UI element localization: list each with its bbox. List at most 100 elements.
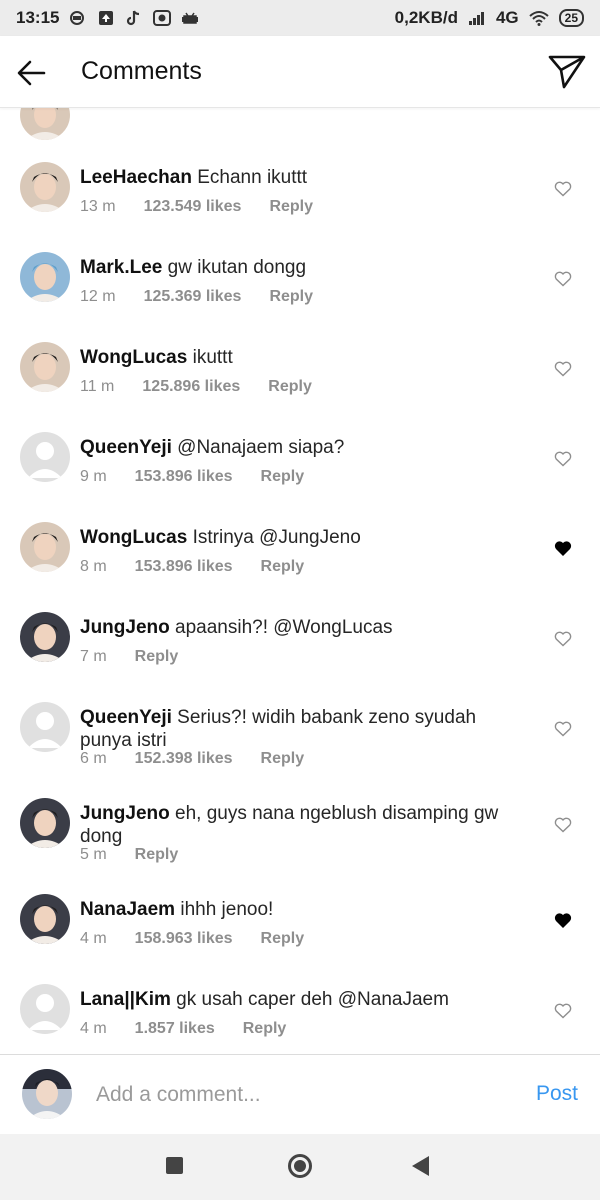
commenter-avatar[interactable]: [20, 432, 70, 482]
comment-body: gk usah caper deh @NanaJaem: [176, 989, 449, 1010]
comment-time: 4 m: [80, 1020, 107, 1037]
comment-username[interactable]: Mark.Lee: [80, 257, 162, 278]
comment-list: 14 m123.544 likesReply LeeHaechan Echann …: [0, 108, 600, 1054]
comment-username[interactable]: LeeHaechan: [80, 167, 192, 188]
comment-time: 8 m: [80, 558, 107, 575]
comment-username[interactable]: WongLucas: [80, 347, 187, 368]
header: Comments: [0, 36, 600, 108]
heart-outline-icon[interactable]: [554, 630, 572, 647]
comment-meta: 13 m 123.549 likes Reply: [80, 198, 313, 216]
heart-outline-icon[interactable]: [554, 720, 572, 737]
upload-icon: [99, 11, 114, 25]
comment-item: JungJeno apaansih?! @WongLucas 7 m Reply: [0, 612, 600, 672]
recents-icon[interactable]: [166, 1157, 183, 1174]
comment-username[interactable]: QueenYeji: [80, 707, 172, 728]
back-arrow-icon[interactable]: [16, 58, 46, 88]
comment-item: WongLucas ikuttt 11 m 125.896 likes Reply: [0, 342, 600, 402]
heart-outline-icon[interactable]: [554, 450, 572, 467]
comment-input[interactable]: [96, 1079, 496, 1111]
comment-likes[interactable]: 152.398 likes: [135, 750, 233, 768]
commenter-avatar[interactable]: [20, 798, 70, 848]
comment-time: 9 m: [80, 468, 107, 485]
heart-filled-icon[interactable]: [554, 540, 572, 557]
commenter-avatar[interactable]: [20, 702, 70, 752]
heart-outline-icon[interactable]: [554, 1002, 572, 1019]
comment-meta: 11 m 125.896 likes Reply: [80, 378, 312, 396]
comment-meta: 6 m 152.398 likes Reply: [80, 750, 304, 768]
reply-button[interactable]: Reply: [269, 288, 313, 306]
post-button[interactable]: Post: [536, 1082, 578, 1106]
camera-icon: [153, 10, 172, 26]
comment-item: Lana||Kim gk usah caper deh @NanaJaem 4 m…: [0, 984, 600, 1044]
comment-likes[interactable]: 158.963 likes: [135, 930, 233, 948]
comment-text-block: Lana||Kim gk usah caper deh @NanaJaem: [80, 988, 520, 1011]
direct-message-icon[interactable]: [548, 54, 586, 90]
comment-meta: 7 m Reply: [80, 648, 178, 666]
reply-button[interactable]: Reply: [261, 930, 305, 948]
comment-item: QueenYeji Serius?! widih babank zeno syu…: [0, 702, 600, 774]
home-icon[interactable]: [288, 1154, 312, 1178]
reply-button[interactable]: Reply: [268, 378, 312, 396]
reply-button[interactable]: Reply: [135, 648, 179, 666]
comment-likes[interactable]: 153.896 likes: [135, 558, 233, 576]
comment-meta: 9 m 153.896 likes Reply: [80, 468, 304, 486]
comment-text-block: JungJeno apaansih?! @WongLucas: [80, 616, 520, 639]
heart-filled-icon[interactable]: [554, 912, 572, 929]
heart-outline-icon[interactable]: [554, 180, 572, 197]
commenter-avatar[interactable]: [20, 522, 70, 572]
comment-body: apaansih?! @WongLucas: [175, 617, 393, 638]
reply-button[interactable]: Reply: [261, 750, 305, 768]
system-back-icon[interactable]: [412, 1156, 429, 1176]
comment-body: @Nanajaem siapa?: [177, 437, 345, 458]
comment-username[interactable]: JungJeno: [80, 803, 170, 824]
comment-body: ikuttt: [192, 347, 233, 368]
comment-meta: 4 m 158.963 likes Reply: [80, 930, 304, 948]
reply-button[interactable]: Reply: [261, 468, 305, 486]
comment-body: gw ikutan dongg: [167, 257, 307, 278]
comment-likes[interactable]: 125.369 likes: [144, 288, 242, 306]
heart-outline-icon[interactable]: [554, 816, 572, 833]
add-comment-bar: Post: [0, 1054, 600, 1134]
commenter-avatar[interactable]: [20, 162, 70, 212]
comment-time: 7 m: [80, 648, 107, 665]
comment-meta: 4 m 1.857 likes Reply: [80, 1020, 286, 1038]
comment-username[interactable]: QueenYeji: [80, 437, 172, 458]
comment-likes[interactable]: 153.896 likes: [135, 468, 233, 486]
comment-likes[interactable]: 123.549 likes: [144, 198, 242, 216]
comment-text-block: WongLucas Istrinya @JungJeno: [80, 526, 520, 549]
app-icon: [182, 12, 199, 24]
comment-text-block: WongLucas ikuttt: [80, 346, 520, 369]
heart-outline-icon[interactable]: [554, 360, 572, 377]
comment-username[interactable]: NanaJaem: [80, 899, 175, 920]
status-right: 0,2KB/d 4G 25: [395, 8, 584, 28]
comment-username[interactable]: WongLucas: [80, 527, 187, 548]
comment-username[interactable]: Lana||Kim: [80, 989, 171, 1010]
heart-outline-icon[interactable]: [554, 270, 572, 287]
status-bar: 13:15 0,2KB/d 4G 25: [0, 0, 600, 36]
reply-button[interactable]: Reply: [269, 198, 313, 216]
comment-item: WongLucas Istrinya @JungJeno 8 m 153.896 l…: [0, 522, 600, 582]
comment-meta: 5 m Reply: [80, 846, 178, 864]
comment-body: ihhh jenoo!: [180, 899, 274, 920]
reply-button[interactable]: Reply: [135, 846, 179, 864]
comment-username[interactable]: JungJeno: [80, 617, 170, 638]
comment-item: QueenYeji @Nanajaem siapa? 9 m 153.896 lik…: [0, 432, 600, 492]
commenter-avatar[interactable]: [20, 894, 70, 944]
signal-icon: [468, 12, 484, 25]
comment-item: 14 m123.544 likesReply: [0, 108, 600, 140]
comment-time: 4 m: [80, 930, 107, 947]
comment-item: LeeHaechan Echann ikuttt 13 m 123.549 like…: [0, 162, 600, 222]
reply-button[interactable]: Reply: [243, 1020, 287, 1038]
commenter-avatar[interactable]: [20, 984, 70, 1034]
network-type: 4G: [495, 8, 519, 27]
reply-button[interactable]: Reply: [261, 558, 305, 576]
system-nav-bar: [0, 1134, 600, 1200]
commenter-avatar[interactable]: [20, 252, 70, 302]
commenter-avatar[interactable]: [20, 612, 70, 662]
comment-likes[interactable]: 1.857 likes: [135, 1020, 215, 1038]
comment-likes[interactable]: 125.896 likes: [142, 378, 240, 396]
commenter-avatar[interactable]: [20, 108, 70, 140]
comment-meta: 12 m 125.369 likes Reply: [80, 288, 313, 306]
comment-time: 5 m: [80, 846, 107, 863]
commenter-avatar[interactable]: [20, 342, 70, 392]
